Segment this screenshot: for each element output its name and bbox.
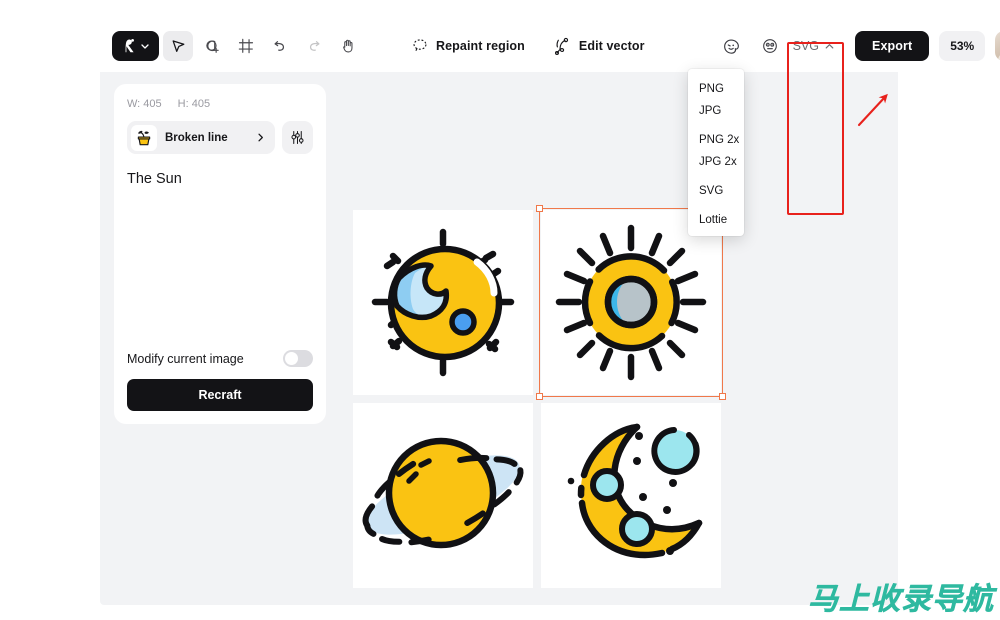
- screenshot-root: Repaint region Edit vector SVG Export 53…: [0, 0, 1000, 620]
- menu-item-jpg[interactable]: JPG: [688, 100, 744, 122]
- cursor-arrow-icon: [172, 39, 184, 52]
- image-grid: [353, 205, 726, 588]
- chevron-up-icon: [825, 43, 834, 49]
- add-shape-icon: [206, 40, 219, 53]
- surprised-face-icon: [762, 39, 777, 53]
- recraft-logo-button[interactable]: [112, 31, 159, 61]
- modify-current-image-toggle[interactable]: [283, 350, 313, 367]
- moon-illustration: [567, 423, 703, 559]
- export-format-label: SVG: [792, 39, 820, 53]
- prompt-text[interactable]: The Sun: [127, 171, 313, 187]
- modify-current-image-row: Modify current image: [127, 350, 313, 367]
- menu-item-png-2x[interactable]: PNG 2x: [688, 129, 744, 151]
- export-format-select[interactable]: SVG: [783, 31, 845, 61]
- toolbar-left-group: [112, 31, 363, 61]
- style-selector-button[interactable]: Broken line: [127, 121, 275, 154]
- export-button[interactable]: Export: [855, 31, 930, 61]
- image-dimensions: W: 405 H: 405: [127, 98, 313, 110]
- image-saturn[interactable]: [353, 403, 533, 588]
- menu-item-png[interactable]: PNG: [688, 78, 744, 100]
- undo-tool-button[interactable]: [265, 31, 295, 61]
- potted-plant-icon: [137, 130, 151, 145]
- undo-icon: [274, 41, 285, 51]
- surprised-face-button[interactable]: [757, 33, 783, 59]
- image-sun-bitten[interactable]: [353, 210, 533, 395]
- wink-face-icon: [724, 38, 740, 54]
- recraft-logo-icon: [125, 39, 134, 53]
- image-moon[interactable]: [541, 403, 721, 588]
- shape-tool-button[interactable]: [197, 31, 227, 61]
- menu-item-svg[interactable]: SVG: [688, 180, 744, 202]
- hand-tool-button[interactable]: [333, 31, 363, 61]
- edit-vector-button[interactable]: Edit vector: [549, 31, 649, 61]
- sliders-icon: [291, 131, 304, 144]
- zoom-level-button[interactable]: 53%: [939, 31, 986, 61]
- app-window: Repaint region Edit vector SVG Export 53…: [100, 20, 1000, 605]
- panel-footer: Modify current image Recraft: [127, 350, 313, 411]
- watermark: 马上收录导航: [808, 582, 994, 618]
- sun-ring-illustration: [555, 224, 707, 381]
- select-tool-button[interactable]: [163, 31, 193, 61]
- user-avatar[interactable]: [995, 31, 1000, 61]
- style-name-label: Broken line: [165, 131, 228, 144]
- saturn-illustration: [362, 437, 524, 549]
- recraft-button[interactable]: Recraft: [127, 379, 313, 411]
- chevron-right-icon: [258, 133, 263, 142]
- repaint-region-button[interactable]: Repaint region: [407, 31, 529, 61]
- export-format-menu[interactable]: PNG JPG PNG 2x JPG 2x SVG Lottie: [688, 69, 744, 236]
- redo-icon: [309, 41, 320, 51]
- top-toolbar: Repaint region Edit vector SVG Export 53…: [100, 20, 1000, 72]
- menu-item-jpg-2x[interactable]: JPG 2x: [688, 151, 744, 173]
- modify-current-image-label: Modify current image: [127, 351, 244, 366]
- edit-vector-label: Edit vector: [578, 39, 645, 53]
- vector-pen-icon: [554, 37, 569, 55]
- toggle-knob: [285, 352, 298, 365]
- image-height-label: H: 405: [177, 98, 211, 110]
- sun-bitten-illustration: [371, 228, 515, 377]
- chevron-down-icon: [140, 44, 149, 49]
- emoji-tools-group: [719, 33, 783, 59]
- frame-icon: [238, 38, 254, 54]
- redo-tool-button[interactable]: [299, 31, 329, 61]
- annotation-arrow-icon: [857, 93, 888, 127]
- toolbar-right-group: SVG Export 53%: [783, 31, 1000, 61]
- style-selector-row: Broken line: [127, 121, 313, 154]
- image-width-label: W: 405: [127, 98, 162, 110]
- frame-tool-button[interactable]: [231, 31, 261, 61]
- generation-panel: W: 405 H: 405 Broken line The Sun Modify…: [114, 84, 326, 424]
- style-settings-button[interactable]: [282, 121, 313, 154]
- hand-icon: [343, 39, 353, 53]
- repaint-region-label: Repaint region: [436, 39, 525, 53]
- menu-item-lottie[interactable]: Lottie: [688, 209, 744, 231]
- wink-face-button[interactable]: [719, 33, 745, 59]
- lasso-icon: [413, 39, 427, 53]
- style-thumbnail: [131, 124, 157, 151]
- toolbar-center-group: Repaint region Edit vector: [407, 31, 783, 61]
- image-sun-ring[interactable]: [541, 210, 721, 395]
